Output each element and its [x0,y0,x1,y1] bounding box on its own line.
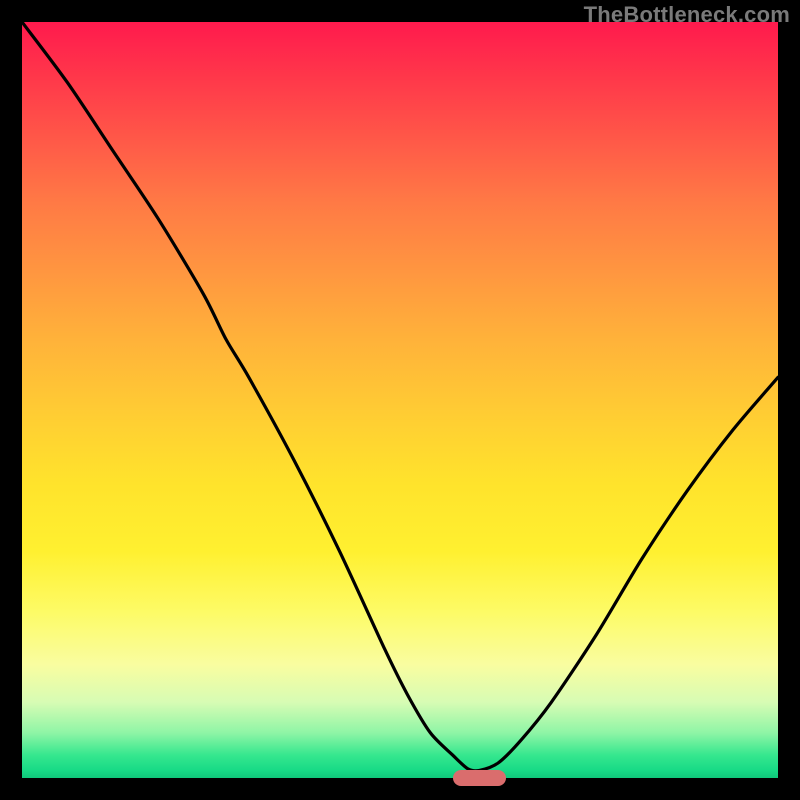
plot-area [22,22,778,778]
chart-frame: TheBottleneck.com [0,0,800,800]
watermark-text: TheBottleneck.com [584,2,790,28]
bottleneck-curve [22,22,778,778]
optimal-range-marker [453,770,506,786]
